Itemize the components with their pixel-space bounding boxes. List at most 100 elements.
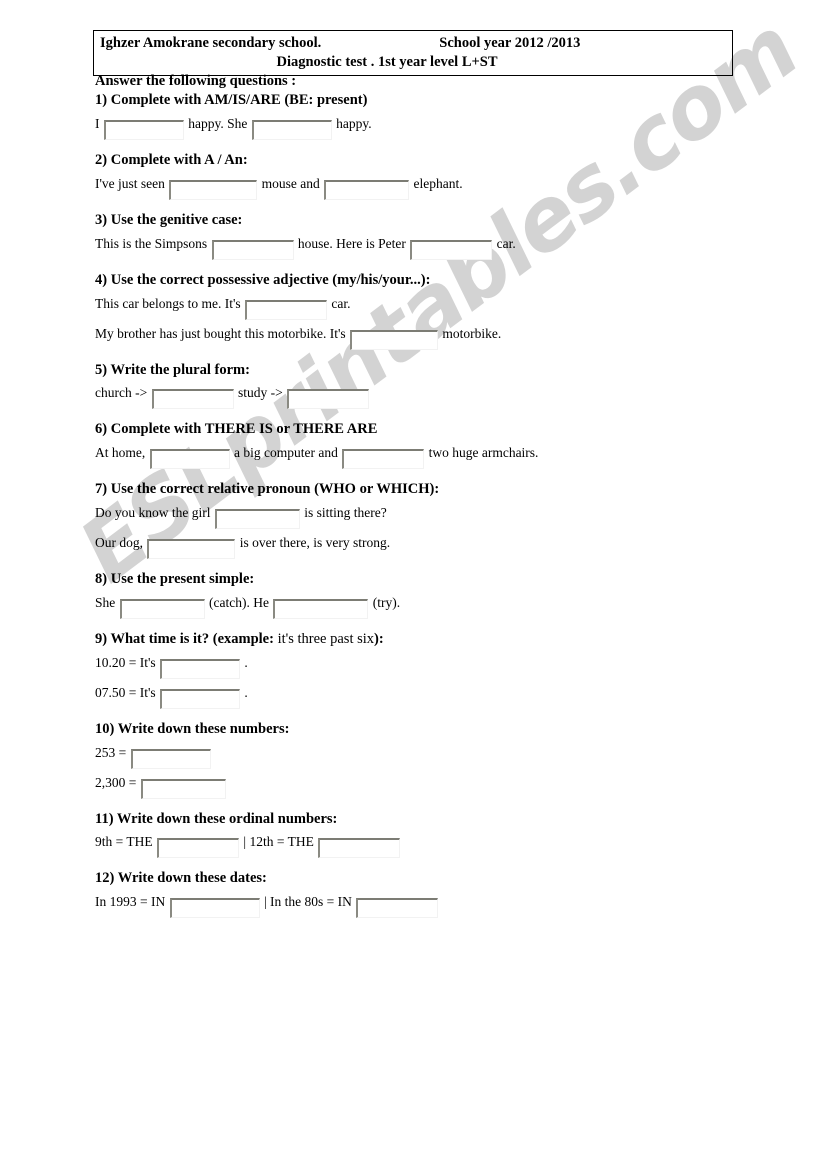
- answer-blank[interactable]: [245, 299, 328, 320]
- question-title-text: Write the plural form:: [110, 361, 250, 378]
- answer-blank[interactable]: [119, 598, 205, 619]
- question-number: 4): [95, 271, 111, 288]
- answer-blank[interactable]: [350, 329, 439, 350]
- question-block: 8) Use the present simple: She (catch). H…: [95, 570, 795, 619]
- question-number: 9): [95, 630, 111, 647]
- answer-blank[interactable]: [147, 539, 236, 560]
- question-title-text: What time is it? (example:: [110, 630, 274, 647]
- answer-blank[interactable]: [356, 898, 439, 919]
- test-title: Diagnostic test . 1st year level L+ST: [276, 53, 498, 70]
- answer-blank[interactable]: [103, 119, 184, 140]
- question-title-text: Use the correct possessive adjective (my…: [110, 271, 431, 288]
- question-title-text: Complete with AM/IS/ARE (BE: present): [110, 92, 368, 109]
- question-number: 5): [95, 361, 111, 378]
- question-number: 3): [95, 211, 111, 228]
- question-block: 5) Write the plural form: church -> study…: [95, 361, 795, 410]
- sentence-text: happy.: [332, 115, 372, 131]
- sentence-text: My brother has just bought this motorbik…: [95, 325, 350, 341]
- answer-blank[interactable]: [410, 239, 493, 260]
- sentence-text: 253 =: [95, 744, 130, 760]
- question-block: 12) Write down these dates: In 1993 = IN …: [95, 869, 795, 919]
- question-title: 11) Write down these ordinal numbers:: [95, 810, 795, 829]
- sentence-text: elephant.: [410, 175, 463, 191]
- question-line: She (catch). He (try).: [95, 589, 795, 619]
- sentence-text: (try).: [369, 594, 401, 610]
- answer-blank[interactable]: [251, 119, 332, 140]
- answer-blank[interactable]: [318, 838, 401, 859]
- sentence-text: motorbike.: [439, 325, 502, 341]
- question-line: I've just seen mouse and elephant.: [95, 170, 795, 200]
- answer-blank[interactable]: [273, 598, 369, 619]
- question-number: 10): [95, 720, 118, 737]
- sentence-text: mouse and: [258, 175, 324, 191]
- answer-blank[interactable]: [151, 389, 234, 410]
- sentence-text: car.: [328, 295, 351, 311]
- question-line: 253 =: [95, 739, 795, 769]
- answer-blank[interactable]: [157, 838, 239, 859]
- answer-blank[interactable]: [214, 509, 300, 530]
- sentence-text: 07.50 = It's: [95, 684, 160, 700]
- sentence-text: is sitting there?: [300, 505, 387, 521]
- sentence-text: | 12th = THE: [240, 834, 318, 850]
- question-title-text: Complete with THERE IS or THERE ARE: [110, 421, 378, 438]
- question-title-tail: ):: [374, 630, 384, 647]
- question-title: 12) Write down these dates:: [95, 869, 795, 888]
- question-line: 9th = THE | 12th = THE: [95, 828, 795, 859]
- question-title: 9) What time is it? (example: it's three…: [95, 630, 795, 649]
- sentence-text: (catch). He: [205, 594, 273, 610]
- question-block: 11) Write down these ordinal numbers: 9th…: [95, 810, 795, 859]
- sentence-text: At home,: [95, 445, 149, 461]
- question-list: 1) Complete with AM/IS/ARE (BE: present)…: [95, 91, 795, 919]
- sentence-text: She: [95, 594, 119, 610]
- answer-blank[interactable]: [160, 658, 241, 679]
- question-number: 11): [95, 810, 117, 827]
- question-title: 7) Use the correct relative pronoun (WHO…: [95, 480, 795, 499]
- question-block: 9) What time is it? (example: it's three…: [95, 630, 795, 709]
- sentence-text: | In the 80s = IN: [260, 894, 356, 910]
- question-block: 3) Use the genitive case: This is the Sim…: [95, 211, 795, 260]
- answer-blank[interactable]: [169, 179, 258, 200]
- answer-blank[interactable]: [287, 389, 370, 410]
- question-block: 1) Complete with AM/IS/ARE (BE: present)…: [95, 91, 795, 140]
- question-line: Do you know the girl is sitting there?: [95, 499, 795, 530]
- question-number: 6): [95, 421, 111, 438]
- question-block: 6) Complete with THERE IS or THERE ARE At…: [95, 420, 795, 470]
- question-title: 4) Use the correct possessive adjective …: [95, 271, 795, 290]
- question-line: This car belongs to me. It's car.: [95, 290, 795, 320]
- sentence-text: In 1993 = IN: [95, 894, 169, 910]
- answer-blank[interactable]: [169, 898, 260, 919]
- answer-blank[interactable]: [140, 778, 226, 799]
- sentence-text: Do you know the girl: [95, 505, 214, 521]
- question-line: At home, a big computer and two huge arm…: [95, 439, 795, 470]
- question-line: This is the Simpsons house. Here is Pete…: [95, 230, 795, 260]
- question-title: 2) Complete with A / An:: [95, 151, 795, 170]
- question-number: 1): [95, 92, 111, 109]
- sentence-text: two huge armchairs.: [425, 445, 539, 461]
- answer-blank[interactable]: [149, 449, 230, 470]
- question-block: 4) Use the correct possessive adjective …: [95, 271, 795, 350]
- sentence-text: Our dog,: [95, 535, 147, 551]
- question-title: 1) Complete with AM/IS/ARE (BE: present): [95, 91, 795, 110]
- answer-blank[interactable]: [324, 179, 410, 200]
- question-number: 7): [95, 481, 111, 498]
- sentence-text: 10.20 = It's: [95, 654, 160, 670]
- sentence-text: house. Here is Peter: [294, 235, 410, 251]
- answer-blank[interactable]: [130, 748, 211, 769]
- school-year: School year 2012 /2013: [439, 35, 581, 51]
- answer-blank[interactable]: [211, 239, 294, 260]
- question-line: Our dog, is over there, is very strong.: [95, 529, 795, 560]
- document-header-box: Ighzer Amokrane secondary school. School…: [93, 30, 733, 77]
- question-title-text: Use the present simple:: [110, 571, 255, 588]
- sentence-text: I've just seen: [95, 175, 169, 191]
- question-line: church -> study ->: [95, 379, 795, 410]
- answer-blank[interactable]: [342, 449, 425, 470]
- question-line: 10.20 = It's .: [95, 649, 795, 679]
- answer-blank[interactable]: [160, 688, 241, 709]
- sentence-text: 9th = THE: [95, 834, 156, 850]
- sentence-text: .: [241, 684, 248, 700]
- question-title-text: Complete with A / An:: [110, 151, 248, 168]
- sentence-text: happy. She: [184, 115, 251, 131]
- question-line: In 1993 = IN | In the 80s = IN: [95, 888, 795, 919]
- instructions: Answer the following questions :: [95, 73, 297, 89]
- sentence-text: is over there, is very strong.: [236, 535, 391, 551]
